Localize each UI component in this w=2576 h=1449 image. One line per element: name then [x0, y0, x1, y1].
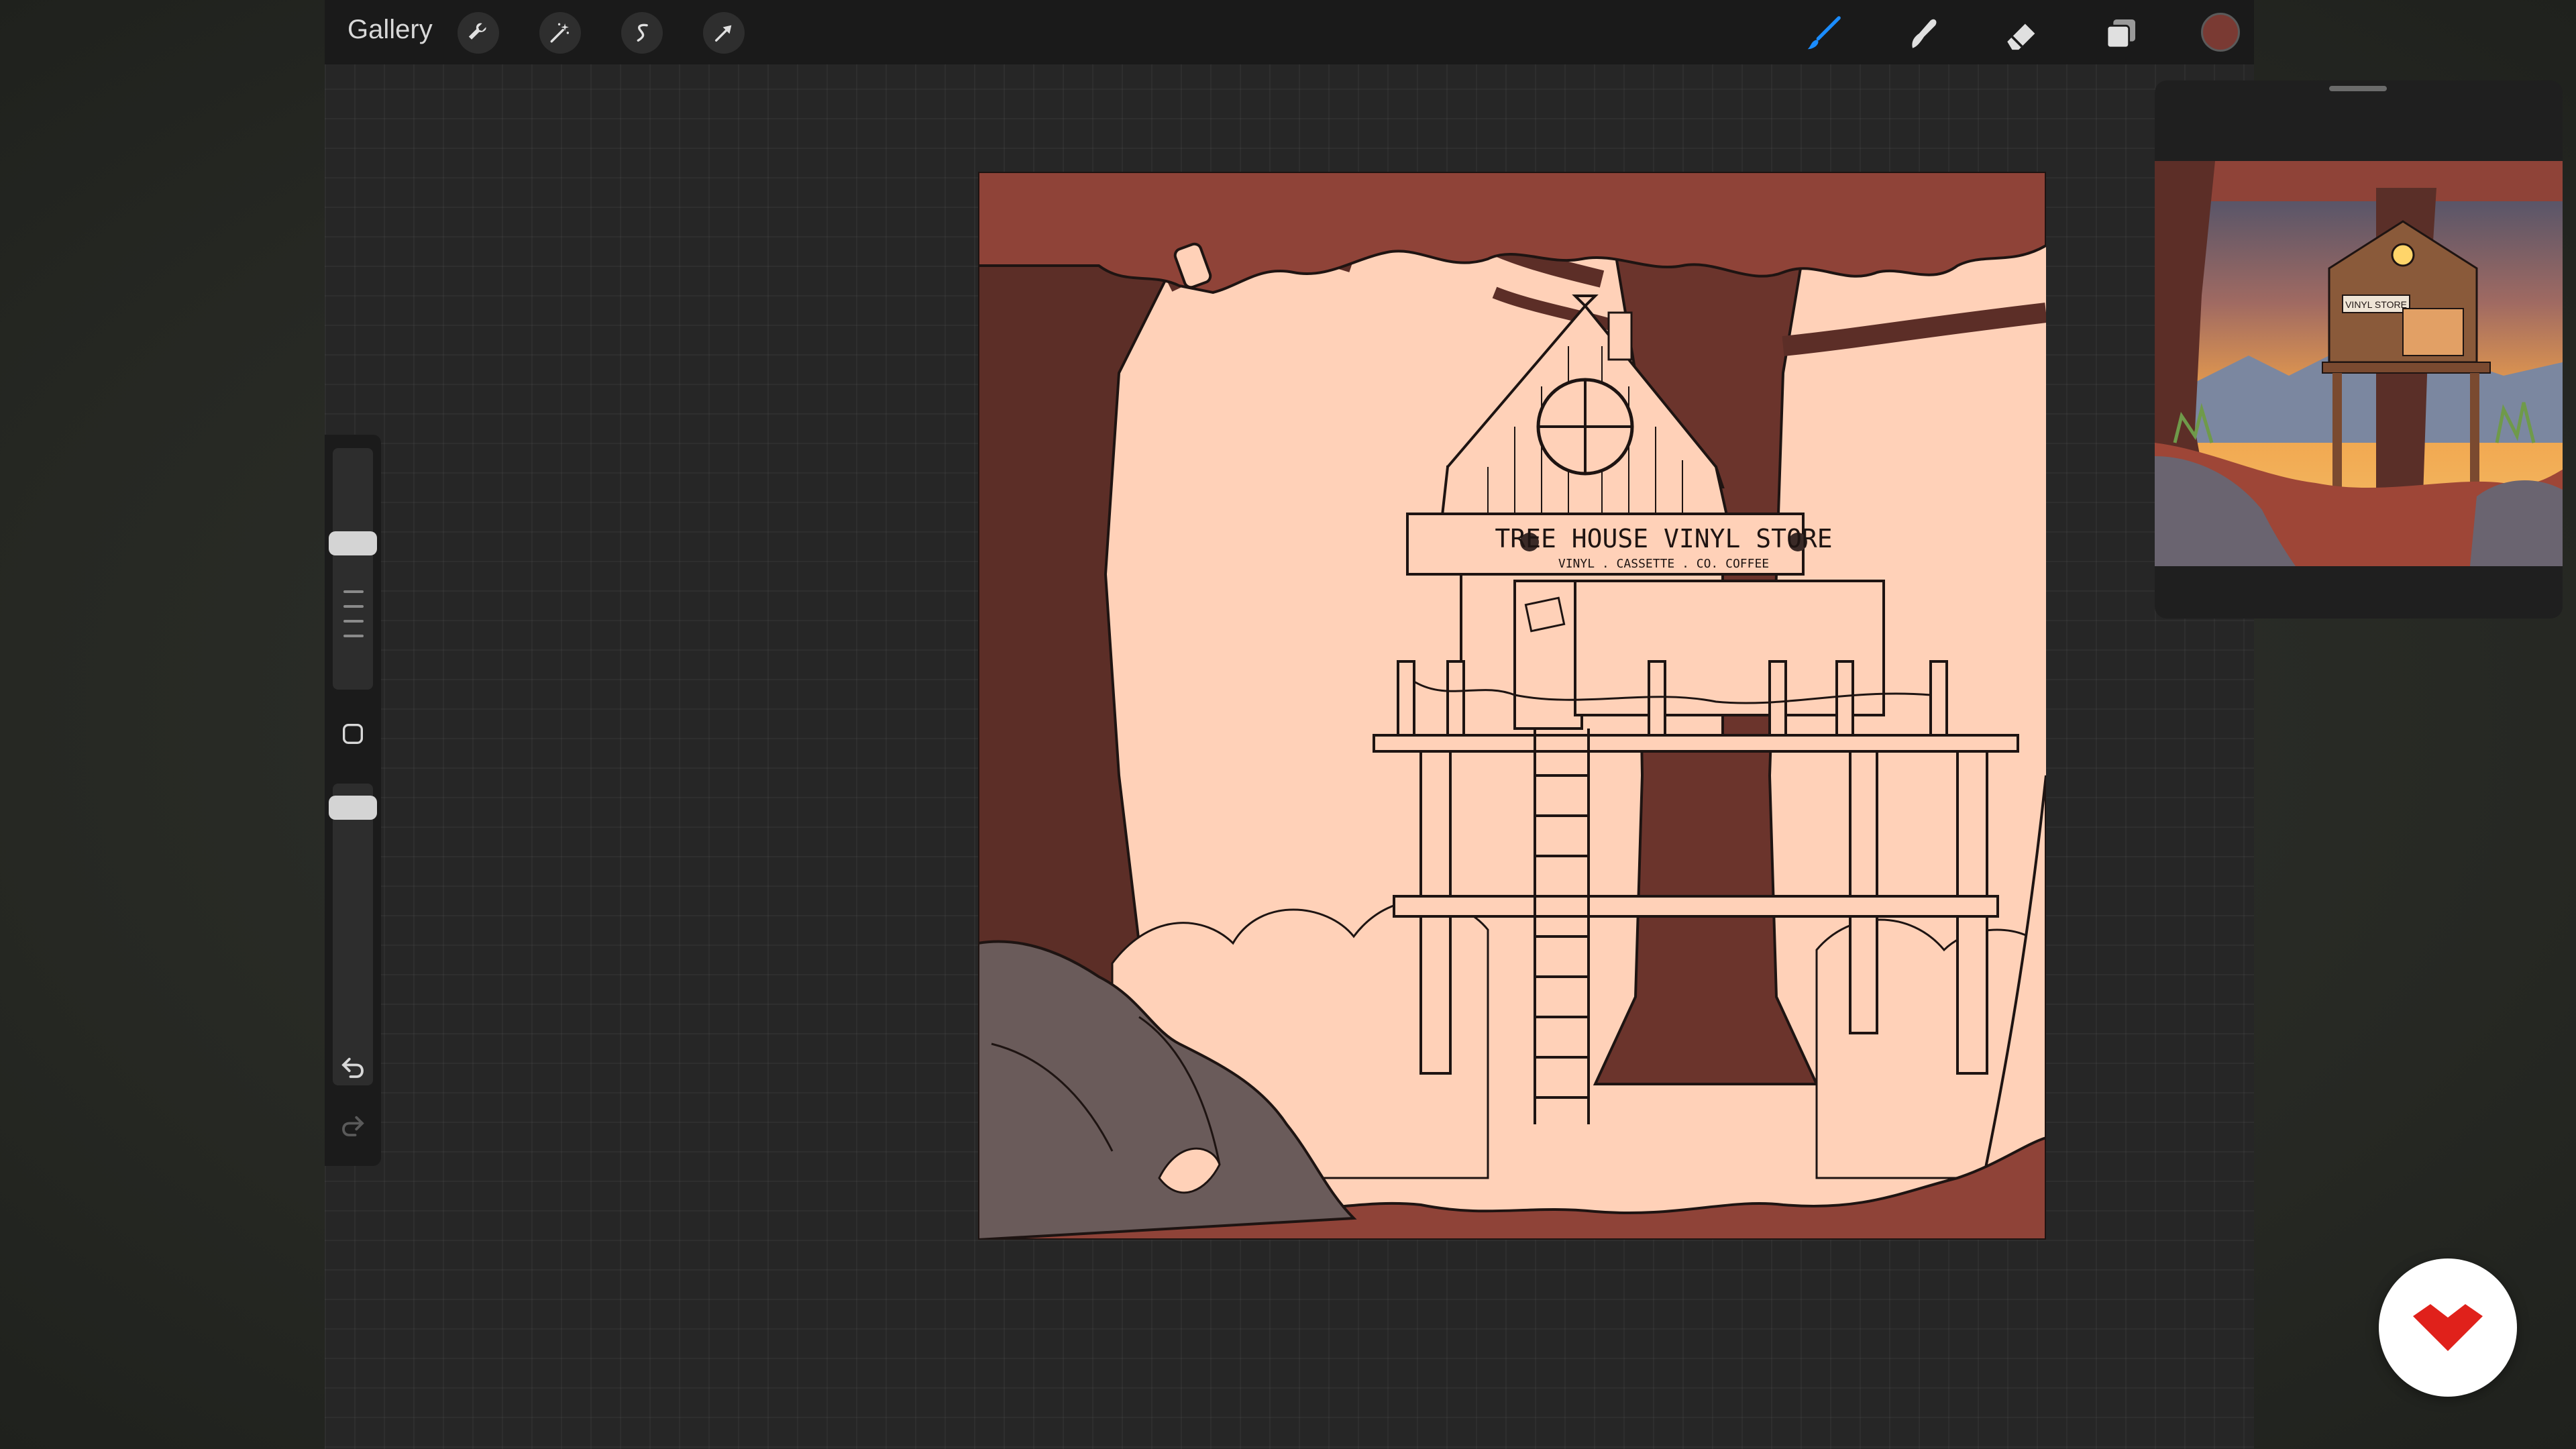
sign-title: TREE HOUSE VINYL STORE [1495, 524, 1832, 553]
brush-icon[interactable] [1799, 9, 1847, 58]
color-picker-button[interactable] [2201, 13, 2240, 52]
reference-window[interactable]: VINYL STORE [2155, 80, 2563, 619]
opacity-slider-thumb[interactable] [329, 796, 377, 820]
magic-wand-icon[interactable] [539, 12, 581, 54]
modify-square-button[interactable] [334, 715, 372, 753]
sign-subtitle: VINYL . CASSETTE . CO. COFFEE [1558, 557, 1769, 571]
domestika-heart-icon [2413, 1304, 2483, 1351]
reference-sign: VINYL STORE [2345, 299, 2407, 310]
reference-image: VINYL STORE [2155, 161, 2563, 566]
treehouse-lineart: TREE HOUSE VINYL STORE VINYL . CASSETTE … [978, 172, 2046, 1240]
procreate-app: Gallery TREE HOUSE VINYL STORE VINYL . C… [325, 0, 2563, 1449]
top-toolbar: Gallery [325, 0, 2254, 64]
undo-icon[interactable] [334, 1049, 372, 1086]
domestika-logo-button[interactable] [2379, 1258, 2517, 1397]
smudge-icon[interactable] [1900, 9, 1948, 58]
selection-s-icon[interactable] [621, 12, 663, 54]
redo-icon[interactable] [334, 1107, 372, 1144]
grip-lines-icon [343, 590, 364, 641]
drawing-canvas[interactable]: TREE HOUSE VINYL STORE VINYL . CASSETTE … [978, 172, 2046, 1240]
layers-icon[interactable] [2097, 9, 2145, 58]
transform-arrow-icon[interactable] [703, 12, 745, 54]
left-sidebar [325, 435, 381, 1166]
eraser-icon[interactable] [1998, 9, 2046, 58]
gallery-button[interactable]: Gallery [347, 15, 433, 45]
brush-size-track[interactable] [333, 448, 373, 690]
drag-handle[interactable] [2329, 86, 2387, 91]
opacity-track[interactable] [333, 784, 373, 1085]
wrench-icon[interactable] [458, 12, 499, 54]
brush-size-slider-thumb[interactable] [329, 531, 377, 555]
